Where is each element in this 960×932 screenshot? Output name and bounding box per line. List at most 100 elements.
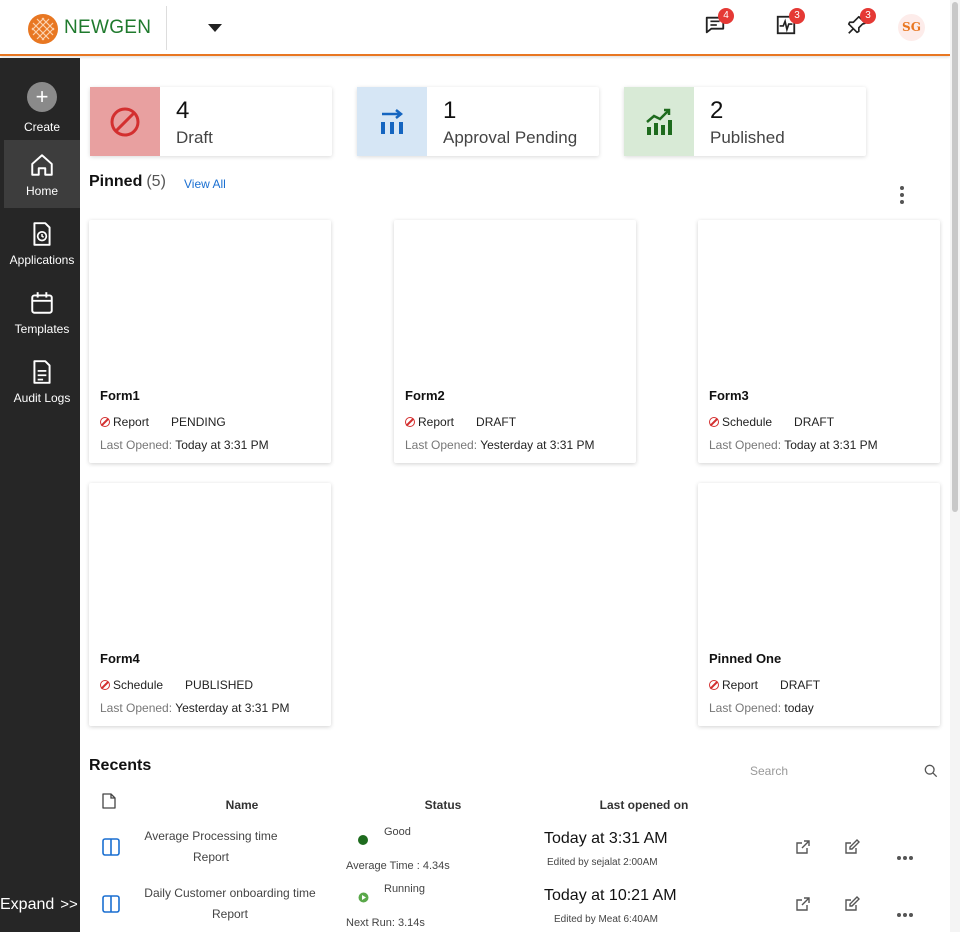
column-header-status[interactable]: Status bbox=[400, 798, 486, 812]
avatar[interactable]: SG bbox=[898, 14, 925, 41]
expand-label: Expand bbox=[0, 896, 55, 913]
plus-circle-icon: + bbox=[27, 82, 57, 112]
status-label: Running bbox=[384, 883, 425, 895]
pinned-card-name: Form1 bbox=[100, 388, 140, 403]
pinned-card-status: PENDING bbox=[171, 415, 226, 429]
pinned-card-form2[interactable]: Form2 Report DRAFT Last Opened: Yesterday… bbox=[394, 220, 636, 463]
pinned-card-form3[interactable]: Form3 Schedule DRAFT Last Opened: Today a… bbox=[698, 220, 940, 463]
recent-item-name: Daily Customer onboarding time Report bbox=[130, 883, 330, 925]
recent-item-type: Report bbox=[211, 907, 249, 921]
calendar-icon bbox=[31, 292, 53, 314]
page-scrollbar[interactable] bbox=[950, 0, 960, 932]
brand-name: NEWGEN bbox=[64, 17, 152, 38]
column-header-name[interactable]: Name bbox=[200, 798, 284, 812]
last-opened-value: Yesterday at 3:31 PM bbox=[480, 438, 595, 452]
pinned-card-name: Form4 bbox=[100, 651, 140, 666]
sidebar-item-label: Applications bbox=[9, 253, 75, 267]
pinned-card-last-opened: Last Opened: Yesterday at 3:31 PM bbox=[405, 438, 594, 452]
pinned-card-status: DRAFT bbox=[780, 678, 821, 692]
pinned-count: (5) bbox=[146, 173, 166, 190]
pinned-card-type: Schedule bbox=[722, 415, 773, 429]
activity-badge: 3 bbox=[789, 8, 805, 24]
sidebar-item-label: Create bbox=[23, 120, 61, 134]
pinned-card-form1[interactable]: Form1 Report PENDING Last Opened: Today a… bbox=[89, 220, 331, 463]
pinned-card-meta: Report DRAFT bbox=[405, 415, 516, 429]
home-icon bbox=[31, 154, 53, 176]
last-opened-label: Last Opened: bbox=[709, 438, 782, 452]
report-panel-icon bbox=[102, 895, 120, 913]
last-opened-label: Last Opened: bbox=[100, 701, 173, 715]
sidebar-item-applications[interactable]: Applications bbox=[4, 209, 80, 277]
pinned-more-options-icon[interactable] bbox=[896, 186, 908, 206]
last-opened-value: today bbox=[784, 701, 814, 715]
pinned-card-type: Report bbox=[722, 678, 759, 692]
recent-item-title: Daily Customer onboarding time bbox=[144, 886, 316, 900]
last-opened-value: Yesterday at 3:31 PM bbox=[175, 701, 290, 715]
view-all-link[interactable]: View All bbox=[184, 177, 226, 191]
top-bar: NEWGEN 4 3 3 SG bbox=[0, 0, 950, 56]
pinned-card-status: PUBLISHED bbox=[185, 678, 254, 692]
sidebar-item-label: Audit Logs bbox=[13, 391, 71, 405]
topbar-divider bbox=[166, 6, 167, 50]
search-icon[interactable] bbox=[924, 764, 938, 778]
sidebar-item-templates[interactable]: Templates bbox=[4, 278, 80, 346]
pinned-card-form4[interactable]: Form4 Schedule PUBLISHED Last Opened: Yes… bbox=[89, 483, 331, 726]
stat-card-draft[interactable]: 4 Draft bbox=[90, 87, 332, 156]
sidebar-item-audit-logs[interactable]: Audit Logs bbox=[4, 347, 80, 415]
sidebar-item-create[interactable]: + Create bbox=[4, 58, 80, 134]
app-switcher-dropdown[interactable] bbox=[208, 24, 222, 32]
row-more-options-icon[interactable] bbox=[897, 904, 915, 922]
edited-by: Edited by sejalat 2:00AM bbox=[547, 857, 658, 868]
activity-button[interactable]: 3 bbox=[775, 8, 805, 40]
pinned-title-text: Pinned bbox=[89, 173, 143, 190]
pins-badge: 3 bbox=[860, 8, 876, 24]
recent-item-title: Average Processing time bbox=[144, 829, 278, 843]
stat-card-approval-pending[interactable]: 1 Approval Pending bbox=[357, 87, 599, 156]
sidebar: + Create Home Applications Templates Aud… bbox=[0, 58, 80, 932]
messages-button[interactable]: 4 bbox=[704, 8, 734, 40]
row-more-options-icon[interactable] bbox=[897, 847, 915, 865]
status-running-icon bbox=[358, 892, 369, 903]
pinned-card-meta: Report DRAFT bbox=[709, 678, 820, 692]
stat-card-published[interactable]: 2 Published bbox=[624, 87, 866, 156]
pinned-card-type: Report bbox=[113, 415, 150, 429]
sidebar-item-home[interactable]: Home bbox=[4, 140, 80, 208]
expand-sidebar-button[interactable]: Expand >> bbox=[0, 896, 78, 914]
stat-icon-bg bbox=[624, 87, 694, 156]
pinned-card-last-opened: Last Opened: Yesterday at 3:31 PM bbox=[100, 701, 289, 715]
recents-search-input[interactable] bbox=[750, 764, 915, 778]
stat-label: Draft bbox=[176, 128, 213, 147]
recents-search bbox=[750, 762, 940, 784]
stat-icon-bg bbox=[90, 87, 160, 156]
ban-icon bbox=[709, 417, 719, 427]
recents-title: Recents bbox=[89, 757, 152, 774]
status-good-icon bbox=[358, 835, 368, 845]
ban-icon bbox=[405, 417, 415, 427]
status-label: Good bbox=[384, 826, 411, 838]
pinned-card-last-opened: Last Opened: today bbox=[709, 701, 814, 715]
open-external-icon[interactable] bbox=[794, 895, 812, 913]
ban-icon bbox=[110, 107, 140, 136]
edit-icon[interactable] bbox=[843, 895, 861, 913]
pinned-card-type: Report bbox=[418, 415, 455, 429]
scrollbar-thumb[interactable] bbox=[952, 2, 958, 512]
document-clock-icon bbox=[33, 222, 51, 246]
last-opened-label: Last Opened: bbox=[405, 438, 478, 452]
open-external-icon[interactable] bbox=[794, 838, 812, 856]
pinned-card-last-opened: Last Opened: Today at 3:31 PM bbox=[100, 438, 269, 452]
report-panel-icon bbox=[102, 838, 120, 856]
messages-badge: 4 bbox=[718, 8, 734, 24]
last-opened-value: Today at 3:31 PM bbox=[175, 438, 269, 452]
pinned-card-status: DRAFT bbox=[476, 415, 517, 429]
pins-button[interactable]: 3 bbox=[846, 8, 876, 40]
arrow-bars-icon bbox=[381, 108, 404, 134]
stat-count: 4 bbox=[176, 97, 190, 124]
newgen-logo-icon[interactable] bbox=[27, 13, 59, 45]
column-header-last-opened[interactable]: Last opened on bbox=[580, 798, 708, 812]
edit-icon[interactable] bbox=[843, 838, 861, 856]
stat-label: Published bbox=[710, 128, 785, 147]
document-lines-icon bbox=[33, 360, 51, 384]
stat-icon-bg bbox=[357, 87, 427, 156]
pinned-card-meta: Schedule DRAFT bbox=[709, 415, 834, 429]
pinned-card-pinned-one[interactable]: Pinned One Report DRAFT Last Opened: toda… bbox=[698, 483, 940, 726]
